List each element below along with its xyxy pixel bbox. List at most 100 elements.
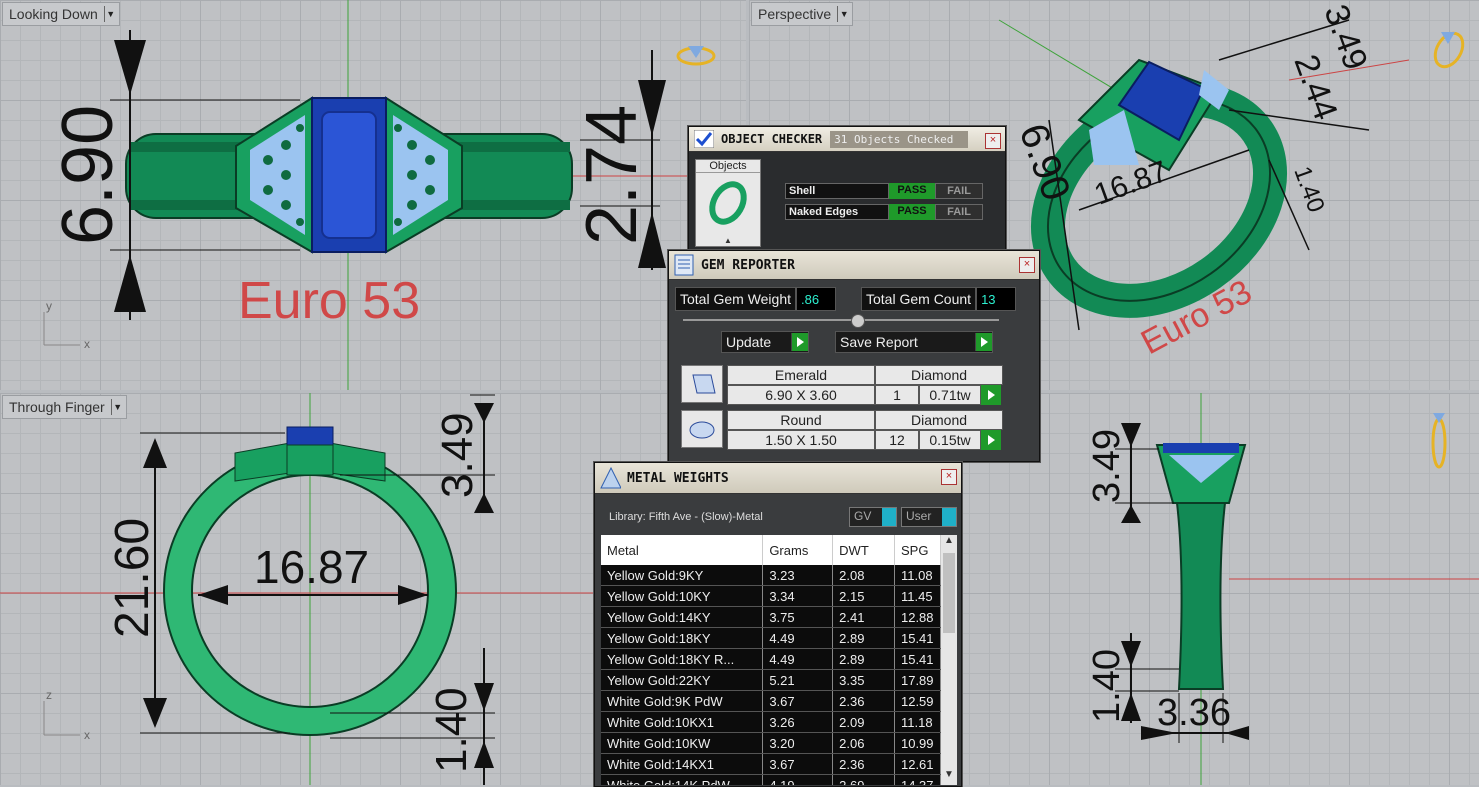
object-checker-title: OBJECT CHECKER	[721, 132, 823, 146]
viewport-title-perspective[interactable]: Perspective ▼	[751, 2, 854, 26]
gem-ring-icon[interactable]	[676, 46, 716, 66]
viewport-title-label: Looking Down	[9, 6, 98, 22]
close-icon[interactable]: ×	[985, 133, 1001, 149]
dim-label: 3.49	[433, 412, 482, 498]
total-gem-count-value: 13	[976, 287, 1017, 311]
table-cell: 2.69	[832, 774, 895, 785]
gem-shape: Emerald	[727, 365, 875, 385]
table-cell: 15.41	[894, 627, 941, 649]
table-cell: 3.35	[832, 669, 895, 691]
pass-badge: PASS	[889, 183, 935, 199]
table-cell: Yellow Gold:18KY R...	[601, 648, 764, 670]
table-row[interactable]: Yellow Gold:10KY 3.34 2.15 11.45	[601, 585, 941, 607]
close-icon[interactable]: ×	[1019, 257, 1035, 273]
gem-size: 6.90 X 3.60	[727, 385, 875, 405]
ring-size-label: Euro 53	[238, 272, 420, 330]
table-cell: White Gold:14KX1	[601, 753, 764, 775]
play-icon[interactable]	[981, 430, 1001, 450]
gem-weight: 0.15tw	[919, 430, 981, 450]
table-cell: 12.61	[894, 753, 941, 775]
save-report-button[interactable]: Save Report	[835, 331, 993, 353]
table-row[interactable]: Yellow Gold:22KY 5.21 3.35 17.89	[601, 669, 941, 691]
table-cell: 3.67	[762, 690, 834, 712]
metal-weights-title: METAL WEIGHTS	[627, 470, 729, 486]
gv-toggle[interactable]: GV	[849, 507, 897, 527]
gem-row[interactable]: Emerald 6.90 X 3.60 Diamond 1 0.71tw	[669, 361, 1039, 405]
scroll-up-arrow-icon[interactable]: ▲	[941, 535, 957, 551]
column-header[interactable]: DWT	[832, 535, 895, 565]
table-row[interactable]: White Gold:14K PdW 4.19 2.69 14.37	[601, 774, 941, 785]
metal-weights-panel: METAL WEIGHTS × Library: Fifth Ave - (Sl…	[594, 462, 962, 787]
gv-label: GV	[854, 509, 872, 523]
gem-row[interactable]: Round 1.50 X 1.50 Diamond 12 0.15tw	[669, 406, 1039, 450]
table-row[interactable]: Yellow Gold:18KY R... 4.49 2.89 15.41	[601, 648, 941, 670]
table-cell: 14.37	[894, 774, 941, 785]
table-cell: 17.89	[894, 669, 941, 691]
dim-label: 3.36	[1157, 692, 1231, 734]
ring-icon[interactable]	[1430, 28, 1469, 71]
axis-x-label: x	[84, 728, 90, 742]
table-cell: 4.49	[762, 627, 834, 649]
user-label: User	[906, 509, 932, 523]
ring-upright-icon[interactable]	[1431, 413, 1447, 469]
close-icon[interactable]: ×	[941, 469, 957, 485]
table-cell: White Gold:9K PdW	[601, 690, 764, 712]
user-toggle[interactable]: User	[901, 507, 957, 527]
scrollbar[interactable]: ▲ ▼	[941, 535, 957, 785]
viewport-title-looking-down[interactable]: Looking Down ▼	[2, 2, 120, 26]
table-cell: 5.21	[762, 669, 834, 691]
table-row[interactable]: White Gold:10KX1 3.26 2.09 11.18	[601, 711, 941, 733]
table-row[interactable]: Yellow Gold:14KY 3.75 2.41 12.88	[601, 606, 941, 628]
total-gem-weight-field: Total Gem Weight .86	[675, 287, 837, 311]
dim-label: 21.60	[106, 518, 159, 638]
check-name: Shell	[785, 183, 889, 199]
table-row[interactable]: White Gold:9K PdW 3.67 2.36 12.59	[601, 690, 941, 712]
table-cell: 4.19	[762, 774, 834, 785]
viewport-title-label: Through Finger	[9, 399, 105, 415]
table-cell: White Gold:14K PdW	[601, 774, 764, 785]
scroll-down-arrow-icon[interactable]: ▼	[941, 769, 957, 785]
column-header[interactable]: Metal	[601, 535, 764, 565]
play-icon[interactable]	[981, 385, 1001, 405]
round-cut-icon	[681, 410, 723, 448]
gem-weight: 0.71tw	[919, 385, 981, 405]
metal-weights-table: Metal Grams DWT SPG Yellow Gold:9KY 3.23 2…	[601, 535, 941, 785]
table-row[interactable]: Yellow Gold:9KY 3.23 2.08 11.08	[601, 565, 941, 586]
checkmark-icon	[693, 128, 715, 150]
total-gem-count-label: Total Gem Count	[861, 287, 977, 311]
gem-count: 12	[875, 430, 919, 450]
viewport-looking-down[interactable]: Looking Down ▼ 6.90 2.74 Euro 53 x y	[0, 0, 746, 390]
table-cell: 11.45	[894, 585, 941, 607]
table-row[interactable]: Yellow Gold:18KY 4.49 2.89 15.41	[601, 627, 941, 649]
table-cell: 2.15	[832, 585, 895, 607]
column-header[interactable]: Grams	[762, 535, 834, 565]
gem-material: Diamond	[875, 365, 1003, 385]
update-button[interactable]: Update	[721, 331, 809, 353]
fail-badge: FAIL	[935, 204, 983, 220]
table-row[interactable]: White Gold:10KW 3.20 2.06 10.99	[601, 732, 941, 754]
chevron-up-icon[interactable]: ▲	[696, 236, 760, 245]
table-cell: 2.41	[832, 606, 895, 628]
gem-shape: Round	[727, 410, 875, 430]
objects-box[interactable]: Objects ▲	[695, 159, 761, 247]
toggle-knob	[942, 508, 956, 526]
divider-slider[interactable]	[683, 314, 999, 328]
object-checker-header[interactable]: OBJECT CHECKER 31 Objects Checked ×	[689, 127, 1005, 152]
objects-checked-status: 31 Objects Checked	[830, 130, 969, 148]
fail-badge: FAIL	[935, 183, 983, 199]
chevron-down-icon[interactable]: ▼	[837, 6, 850, 22]
axis-z-label: z	[46, 688, 52, 702]
gem-reporter-header[interactable]: GEM REPORTER ×	[669, 251, 1039, 280]
slider-handle[interactable]	[851, 314, 865, 328]
total-gem-weight-label: Total Gem Weight	[675, 287, 797, 311]
scroll-thumb[interactable]	[943, 553, 955, 633]
viewport-title-through-finger[interactable]: Through Finger ▼	[2, 395, 127, 419]
metal-weights-header[interactable]: METAL WEIGHTS ×	[595, 463, 961, 494]
chevron-down-icon[interactable]: ▼	[110, 399, 124, 415]
column-header[interactable]: SPG	[894, 535, 941, 565]
scale-icon	[599, 466, 621, 489]
table-row[interactable]: White Gold:14KX1 3.67 2.36 12.61	[601, 753, 941, 775]
table-cell: 3.75	[762, 606, 834, 628]
table-cell: 3.26	[762, 711, 834, 733]
chevron-down-icon[interactable]: ▼	[103, 6, 117, 22]
